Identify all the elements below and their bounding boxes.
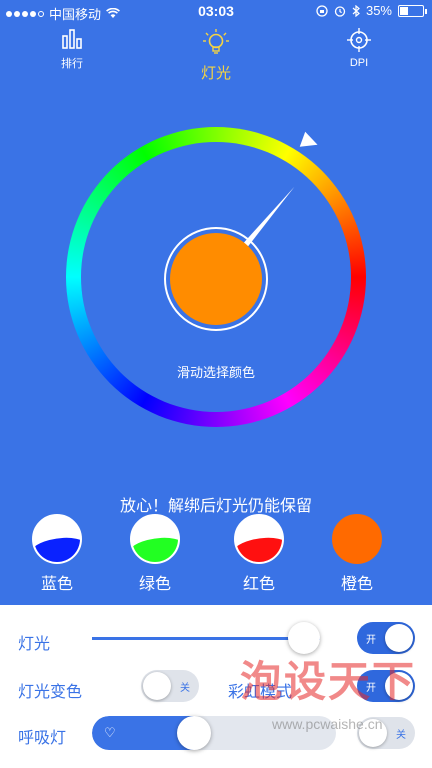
preset-green[interactable]: 绿色	[128, 514, 182, 594]
light-label: 灯光	[18, 636, 51, 653]
tab-rank-label: 排行	[61, 58, 83, 70]
brightness-slider-track[interactable]	[92, 637, 320, 640]
preset-orange-swatch[interactable]	[332, 514, 382, 564]
brightness-slider-knob[interactable]	[288, 622, 321, 654]
preset-red-swatch[interactable]	[234, 514, 284, 564]
light-toggle-text: 开	[366, 635, 376, 646]
preset-orange-label: 橙色	[340, 576, 373, 593]
crosshair-icon	[347, 28, 371, 52]
selected-color-preview	[170, 233, 262, 325]
heart-icon: ♡	[104, 725, 116, 740]
preset-red-label: 红色	[242, 576, 275, 593]
light-change-label: 灯光变色	[18, 684, 83, 701]
color-wheel-hint: 滑动选择颜色	[176, 365, 255, 380]
light-toggle[interactable]: 开	[357, 622, 415, 654]
rainbow-mode-toggle[interactable]: 开	[357, 670, 415, 702]
notice-text: 放心！解绑后灯光仍能保留	[119, 498, 312, 515]
rainbow-mode-label: 彩虹模式	[228, 684, 293, 701]
breath-label: 呼吸灯	[18, 730, 67, 747]
battery-percent: 35%	[365, 3, 392, 18]
tab-light[interactable]: 灯光	[176, 28, 256, 83]
rainbow-mode-toggle-text: 开	[366, 683, 376, 694]
preset-blue[interactable]: 蓝色	[30, 514, 84, 594]
alarm-icon	[334, 5, 346, 17]
lightbulb-icon	[203, 29, 229, 54]
breath-toggle-text: 关	[396, 730, 406, 741]
status-bar: 中国移动 03:03 35%	[0, 0, 432, 22]
tab-dpi-label: DPI	[349, 57, 369, 69]
battery-icon	[398, 4, 427, 17]
tab-dpi[interactable]: DPI	[319, 28, 399, 69]
light-change-toggle[interactable]: 关	[141, 670, 199, 702]
preset-blue-label: 蓝色	[40, 576, 73, 593]
preset-green-swatch[interactable]	[130, 514, 180, 564]
preset-green-label: 绿色	[138, 576, 171, 593]
bar-chart-icon	[62, 29, 82, 49]
light-change-toggle-text: 关	[180, 683, 190, 694]
tab-rank[interactable]: 排行	[32, 28, 112, 71]
tab-light-label: 灯光	[200, 65, 231, 82]
preset-red[interactable]: 红色	[232, 514, 286, 594]
rotation-lock-icon	[316, 4, 328, 17]
breath-toggle[interactable]: 关	[357, 717, 415, 749]
preset-blue-swatch[interactable]	[32, 514, 82, 564]
breath-speed-slider[interactable]: ♡	[92, 716, 336, 750]
bluetooth-icon	[352, 4, 360, 17]
preset-orange[interactable]: 橙色	[330, 514, 384, 594]
